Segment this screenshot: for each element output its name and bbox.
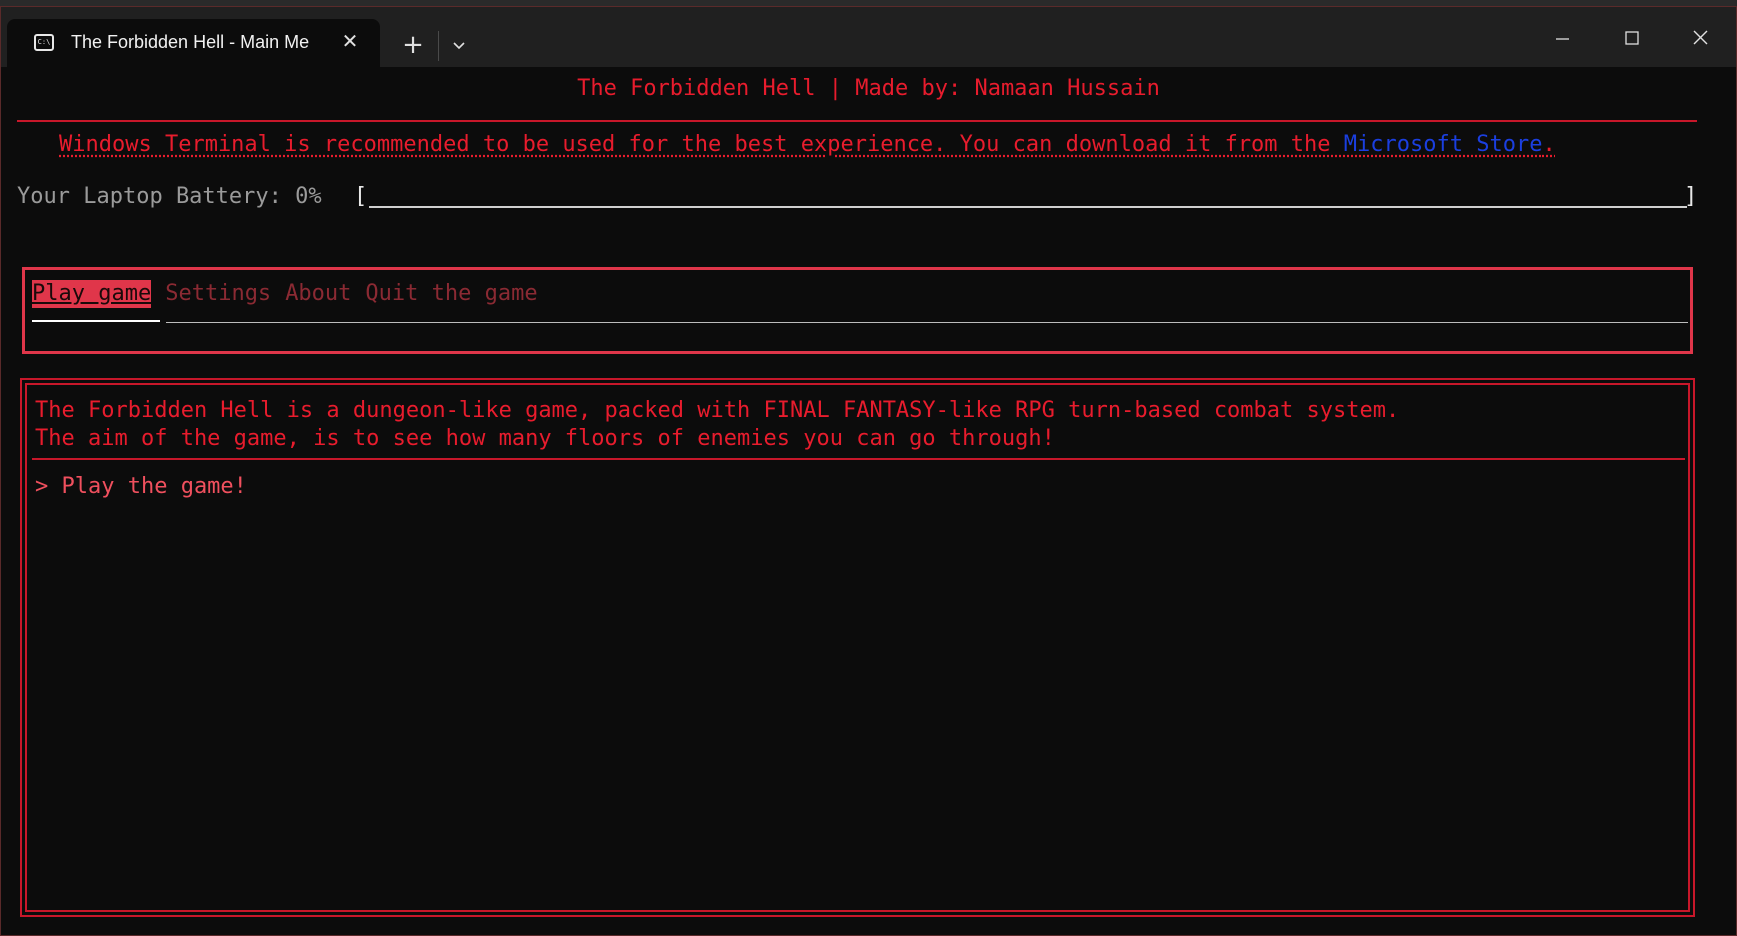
selected-tab-underline xyxy=(32,320,160,322)
play-game-option[interactable]: > Play the game! xyxy=(35,474,247,499)
menu-item-about[interactable]: About xyxy=(278,280,358,308)
header-divider xyxy=(17,120,1697,122)
recommendation-text: Windows Terminal is recommended to be us… xyxy=(59,132,1344,157)
terminal-icon: C:\ xyxy=(34,34,54,51)
content-divider xyxy=(32,458,1685,460)
battery-bracket-close: ] xyxy=(1684,184,1698,209)
menu-item-play-game[interactable]: Play game xyxy=(32,280,152,308)
terminal-window: C:\ The Forbidden Hell - Main Me ✕ + The… xyxy=(0,6,1737,936)
tab-title: The Forbidden Hell - Main Me xyxy=(71,32,310,52)
terminal-content: The Forbidden Hell | Made by: Namaan Hus… xyxy=(1,67,1736,935)
menu-item-settings[interactable]: Settings xyxy=(158,280,278,308)
game-header: The Forbidden Hell | Made by: Namaan Hus… xyxy=(577,76,1160,101)
battery-bar-track xyxy=(369,206,1687,208)
close-tab-icon[interactable]: ✕ xyxy=(338,29,362,53)
description-line-2: The aim of the game, is to see how many … xyxy=(35,426,1055,451)
main-menu: Play game Settings About Quit the game xyxy=(22,267,1693,354)
description-line-1: The Forbidden Hell is a dungeon-like gam… xyxy=(35,398,1400,423)
content-panel: The Forbidden Hell is a dungeon-like gam… xyxy=(20,378,1695,917)
battery-label: Your Laptop Battery: 0% xyxy=(17,184,322,209)
maximize-icon[interactable] xyxy=(1612,23,1652,53)
microsoft-store-link[interactable]: Microsoft Store xyxy=(1344,132,1543,157)
tab-separator xyxy=(438,31,439,61)
close-icon[interactable] xyxy=(1680,23,1720,53)
content-panel-inner: The Forbidden Hell is a dungeon-like gam… xyxy=(25,383,1690,912)
title-bar: C:\ The Forbidden Hell - Main Me ✕ + xyxy=(1,7,1736,67)
battery-bracket-open: [ xyxy=(354,184,368,209)
recommendation-end: . xyxy=(1542,132,1556,157)
menu-item-quit[interactable]: Quit the game xyxy=(358,280,544,308)
chevron-down-icon[interactable] xyxy=(447,33,471,57)
tab-main-menu[interactable]: C:\ The Forbidden Hell - Main Me ✕ xyxy=(7,19,380,67)
minimize-icon[interactable] xyxy=(1542,23,1582,53)
tab-strip-underline xyxy=(166,322,1688,323)
battery-indicator: Your Laptop Battery: 0% [ ] xyxy=(17,184,1697,214)
menu-tabs: Play game Settings About Quit the game xyxy=(32,280,545,308)
new-tab-button[interactable]: + xyxy=(399,31,427,59)
recommendation-notice: Windows Terminal is recommended to be us… xyxy=(59,132,1556,157)
game-description: The Forbidden Hell is a dungeon-like gam… xyxy=(35,397,1399,453)
